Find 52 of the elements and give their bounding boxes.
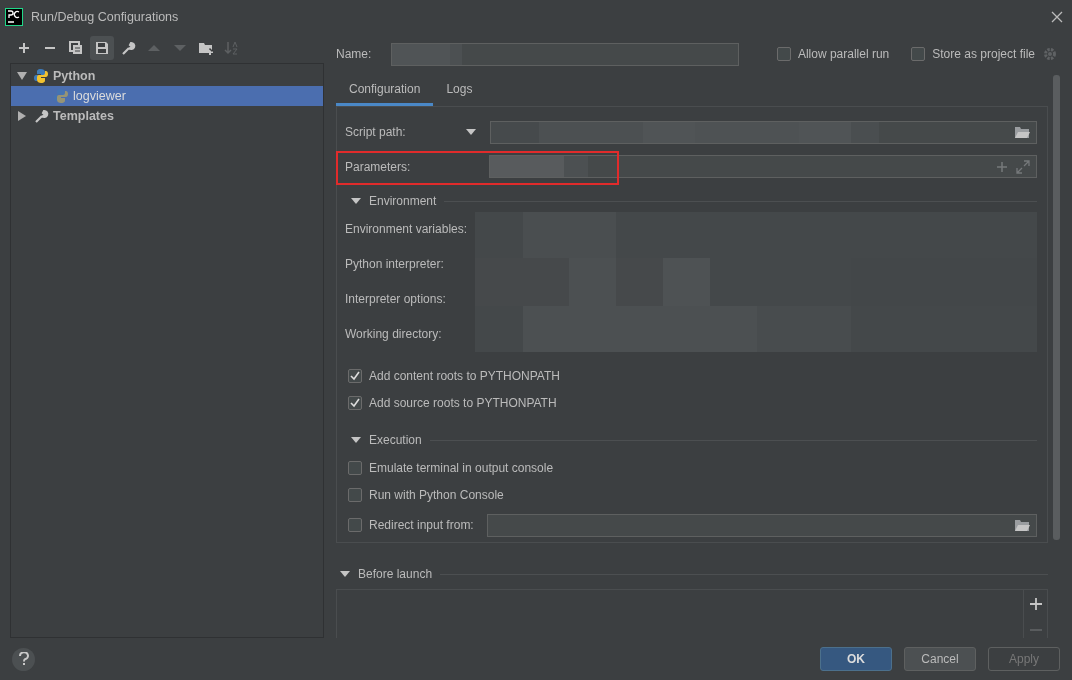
collapsed-arrow-icon xyxy=(17,111,27,121)
checkbox[interactable] xyxy=(776,47,791,61)
window-title: Run/Debug Configurations xyxy=(31,9,180,24)
checkbox-label: Store as project file xyxy=(932,47,1035,61)
checkbox[interactable] xyxy=(348,369,362,384)
field-label: Interpreter options: xyxy=(345,292,447,307)
ok-button[interactable]: OK xyxy=(820,647,892,671)
collapse-arrow-icon[interactable] xyxy=(340,570,350,578)
python-icon xyxy=(33,68,49,84)
field-label: Parameters: xyxy=(345,159,412,174)
section-title: Before launch xyxy=(358,567,433,581)
checkbox[interactable] xyxy=(348,488,362,503)
field-label: Script path: xyxy=(345,125,407,140)
checkbox[interactable] xyxy=(348,518,362,533)
field-label: Working directory: xyxy=(345,327,443,342)
expanded-arrow-icon xyxy=(17,71,27,81)
tab[interactable]: Configuration xyxy=(336,75,434,106)
collapse-arrow-icon[interactable] xyxy=(351,436,361,445)
checkbox[interactable] xyxy=(911,47,926,61)
tab[interactable]: Logs xyxy=(433,75,486,106)
tree-item[interactable]: Python xyxy=(11,66,323,86)
script-path-field[interactable] xyxy=(490,120,1037,144)
wrench-icon xyxy=(33,108,49,124)
field-label: Name: xyxy=(336,47,372,61)
tree-item[interactable]: logviewer xyxy=(11,86,323,106)
folder-icon[interactable] xyxy=(1014,125,1030,140)
cancel-button[interactable]: Cancel xyxy=(904,647,976,671)
section-title: Environment xyxy=(369,194,437,209)
checkbox-label: Add content roots to PYTHONPATH xyxy=(369,369,560,384)
tree-item[interactable]: Templates xyxy=(11,106,323,126)
checkbox-label: Add source roots to PYTHONPATH xyxy=(369,395,557,410)
field-label: Environment variables: xyxy=(345,222,469,237)
checkbox[interactable] xyxy=(348,461,362,476)
help-icon xyxy=(17,652,30,666)
scrollbar[interactable] xyxy=(1053,75,1060,540)
folder-icon[interactable] xyxy=(1014,518,1030,533)
checkbox-label: Run with Python Console xyxy=(369,488,504,503)
add-icon[interactable] xyxy=(1029,598,1042,610)
input-field[interactable] xyxy=(486,513,1037,537)
field-label: Python interpreter: xyxy=(345,257,445,272)
name-field[interactable] xyxy=(391,42,740,66)
help-button[interactable] xyxy=(12,647,35,671)
checkbox[interactable] xyxy=(348,395,362,410)
dropdown-arrow-icon[interactable] xyxy=(466,129,476,136)
collapse-arrow-icon[interactable] xyxy=(351,197,361,206)
section-title: Execution xyxy=(369,433,422,448)
close-icon[interactable] xyxy=(1051,10,1063,23)
app-logo-icon xyxy=(5,7,23,26)
python-icon xyxy=(53,88,69,104)
checkbox-label: Emulate terminal in output console xyxy=(369,461,554,476)
checkbox-label: Allow parallel run xyxy=(797,47,890,61)
checkbox-label: Redirect input from: xyxy=(369,518,474,533)
